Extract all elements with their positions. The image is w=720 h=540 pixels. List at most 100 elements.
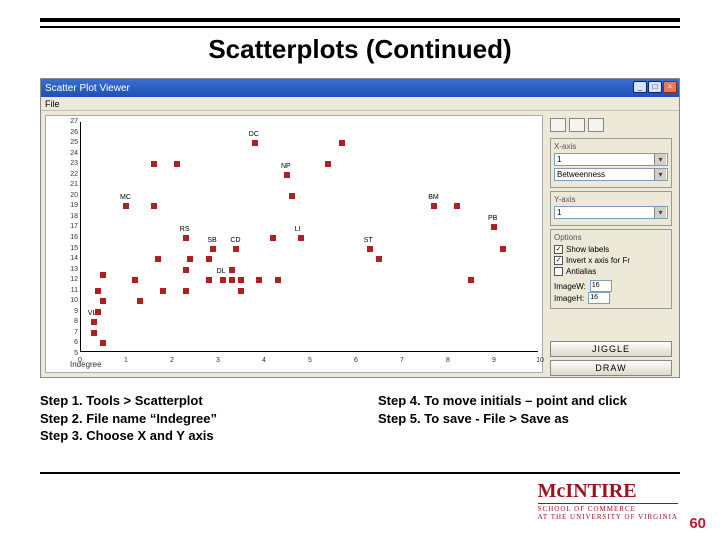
xtick: 6 — [354, 357, 358, 364]
xaxis-dropdown-2[interactable]: Betweenness — [554, 168, 668, 181]
ytick: 24 — [54, 150, 78, 157]
data-point[interactable] — [233, 246, 239, 252]
data-point[interactable] — [187, 256, 193, 262]
data-point[interactable] — [229, 277, 235, 283]
data-point[interactable] — [183, 267, 189, 273]
window-title: Scatter Plot Viewer — [45, 83, 130, 94]
y-axis — [80, 122, 81, 352]
data-point[interactable] — [256, 277, 262, 283]
data-point-label[interactable]: DL — [217, 268, 226, 275]
data-point[interactable] — [155, 256, 161, 262]
tool-row — [547, 115, 675, 135]
imgw-label: ImageW: — [554, 282, 586, 291]
data-point[interactable] — [100, 340, 106, 346]
data-point[interactable] — [220, 277, 226, 283]
data-point[interactable] — [238, 277, 244, 283]
data-point[interactable] — [284, 172, 290, 178]
data-point[interactable] — [95, 309, 101, 315]
steps-left: Step 1. Tools > Scatterplot Step 2. File… — [40, 392, 217, 445]
xtick: 4 — [262, 357, 266, 364]
data-point[interactable] — [206, 256, 212, 262]
data-point[interactable] — [151, 161, 157, 167]
jiggle-button[interactable]: JIGGLE — [550, 341, 672, 357]
data-point-label[interactable]: NP — [281, 163, 291, 170]
tool-copy-icon[interactable] — [569, 118, 585, 132]
opt-antialias: Antialias — [566, 266, 596, 277]
tool-print-icon[interactable] — [588, 118, 604, 132]
data-point[interactable] — [183, 235, 189, 241]
data-point[interactable] — [298, 235, 304, 241]
tool-save-icon[interactable] — [550, 118, 566, 132]
data-point[interactable] — [367, 246, 373, 252]
xtick: 1 — [124, 357, 128, 364]
data-point[interactable] — [270, 235, 276, 241]
data-point-label[interactable]: SB — [207, 237, 216, 244]
data-point[interactable] — [275, 277, 281, 283]
data-point-label[interactable]: LI — [295, 226, 301, 233]
data-point-label[interactable]: CD — [230, 237, 240, 244]
data-point[interactable] — [454, 203, 460, 209]
data-point[interactable] — [206, 277, 212, 283]
data-point[interactable] — [137, 298, 143, 304]
data-point[interactable] — [289, 193, 295, 199]
data-point[interactable] — [500, 246, 506, 252]
data-point[interactable] — [229, 267, 235, 273]
ytick: 7 — [54, 329, 78, 336]
maximize-button[interactable]: □ — [648, 81, 662, 93]
menu-file[interactable]: File — [45, 99, 60, 109]
data-point-label[interactable]: ST — [364, 237, 373, 244]
data-point[interactable] — [491, 224, 497, 230]
data-point[interactable] — [100, 298, 106, 304]
xtick: 5 — [308, 357, 312, 364]
logo: McINTIRE SCHOOL OF COMMERCE AT THE UNIVE… — [538, 480, 678, 521]
yaxis-dropdown-1[interactable]: 1 — [554, 206, 668, 219]
imgw-input[interactable]: 16 — [590, 280, 612, 292]
data-point[interactable] — [339, 140, 345, 146]
data-point[interactable] — [238, 288, 244, 294]
checkbox-show-labels[interactable]: ✓ — [554, 245, 563, 254]
ytick: 14 — [54, 255, 78, 262]
imgh-input[interactable]: 16 — [588, 292, 610, 304]
data-point[interactable] — [132, 277, 138, 283]
data-point[interactable] — [95, 288, 101, 294]
checkbox-invert-x[interactable]: ✓ — [554, 256, 563, 265]
ytick: 22 — [54, 171, 78, 178]
data-point[interactable] — [431, 203, 437, 209]
x-axis — [80, 351, 538, 352]
data-point[interactable] — [183, 288, 189, 294]
data-point[interactable] — [210, 246, 216, 252]
checkbox-antialias[interactable] — [554, 267, 563, 276]
data-point[interactable] — [376, 256, 382, 262]
data-point-label[interactable]: BM — [428, 194, 439, 201]
ytick: 18 — [54, 213, 78, 220]
ytick: 26 — [54, 129, 78, 136]
data-point[interactable] — [151, 203, 157, 209]
data-point[interactable] — [123, 203, 129, 209]
ytick: 12 — [54, 276, 78, 283]
ytick: 15 — [54, 245, 78, 252]
data-point-label[interactable]: PB — [488, 215, 497, 222]
ytick: 23 — [54, 160, 78, 167]
data-point-label[interactable]: RS — [180, 226, 190, 233]
ytick: 11 — [54, 287, 78, 294]
chart-area[interactable]: Indegree 5678910111213141516171819202122… — [45, 115, 543, 373]
xaxis-dropdown-1[interactable]: 1 — [554, 153, 668, 166]
data-point[interactable] — [252, 140, 258, 146]
close-button[interactable]: × — [663, 81, 677, 93]
data-point-label[interactable]: MC — [120, 194, 131, 201]
draw-button[interactable]: DRAW — [550, 360, 672, 376]
data-point-label[interactable]: DC — [249, 131, 259, 138]
step-5: Step 5. To save - File > Save as — [378, 410, 627, 428]
data-point[interactable] — [100, 272, 106, 278]
data-point[interactable] — [468, 277, 474, 283]
data-point[interactable] — [91, 330, 97, 336]
ytick: 6 — [54, 339, 78, 346]
minimize-button[interactable]: _ — [633, 81, 647, 93]
ytick: 19 — [54, 202, 78, 209]
xtick: 8 — [446, 357, 450, 364]
steps-right: Step 4. To move initials – point and cli… — [378, 392, 627, 427]
data-point[interactable] — [325, 161, 331, 167]
data-point[interactable] — [160, 288, 166, 294]
data-point[interactable] — [174, 161, 180, 167]
data-point[interactable] — [91, 319, 97, 325]
